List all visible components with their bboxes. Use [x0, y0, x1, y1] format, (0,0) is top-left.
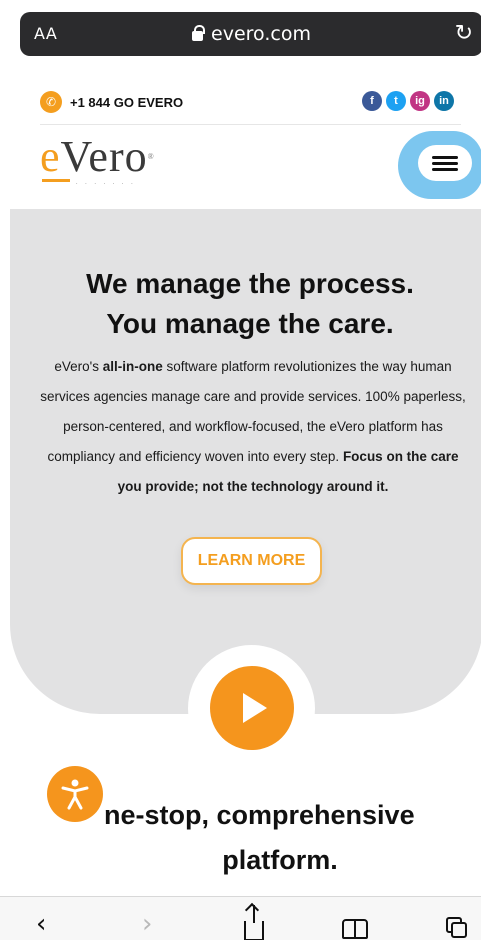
phone-number[interactable]: +1 844 GO EVERO — [70, 95, 183, 110]
forward-button[interactable]: › — [142, 911, 152, 937]
twitter-icon[interactable]: t — [386, 91, 406, 111]
accessibility-button[interactable] — [47, 766, 103, 822]
hamburger-icon — [432, 156, 458, 159]
instagram-icon[interactable]: ig — [410, 91, 430, 111]
hero-title-line1: We manage the process. — [86, 268, 414, 299]
hero-description: eVero's all-in-one software platform rev… — [40, 359, 466, 494]
header-divider — [40, 124, 461, 125]
url-text: evero.com — [211, 23, 311, 45]
play-icon — [243, 693, 267, 723]
lock-icon — [192, 25, 206, 41]
bookmarks-button[interactable] — [342, 919, 370, 939]
evero-logo[interactable]: eVero® · · · · · · · — [40, 135, 190, 190]
section-title-line1: ne-stop, comprehensive — [104, 800, 415, 830]
tabs-button[interactable] — [446, 917, 468, 939]
browser-toolbar: ‹ › — [0, 896, 481, 940]
address-bar[interactable]: AA evero.com ↻ — [20, 12, 481, 56]
play-video-button[interactable] — [210, 666, 294, 750]
phone-icon[interactable]: ✆ — [40, 91, 62, 113]
social-links: f t ig in — [362, 91, 454, 111]
reload-icon[interactable]: ↻ — [455, 21, 473, 46]
accessibility-icon — [61, 779, 89, 810]
facebook-icon[interactable]: f — [362, 91, 382, 111]
back-button[interactable]: ‹ — [36, 911, 46, 937]
contact-row: ✆ +1 844 GO EVERO — [40, 90, 183, 114]
learn-more-button[interactable]: LEARN MORE — [181, 537, 322, 585]
share-icon — [244, 921, 264, 940]
section-title-line2: platform. — [222, 845, 338, 875]
url-display[interactable]: evero.com — [20, 23, 481, 45]
hero-title-line2: You manage the care. — [106, 308, 394, 339]
hamburger-menu-button[interactable] — [418, 145, 472, 181]
linkedin-icon[interactable]: in — [434, 91, 454, 111]
